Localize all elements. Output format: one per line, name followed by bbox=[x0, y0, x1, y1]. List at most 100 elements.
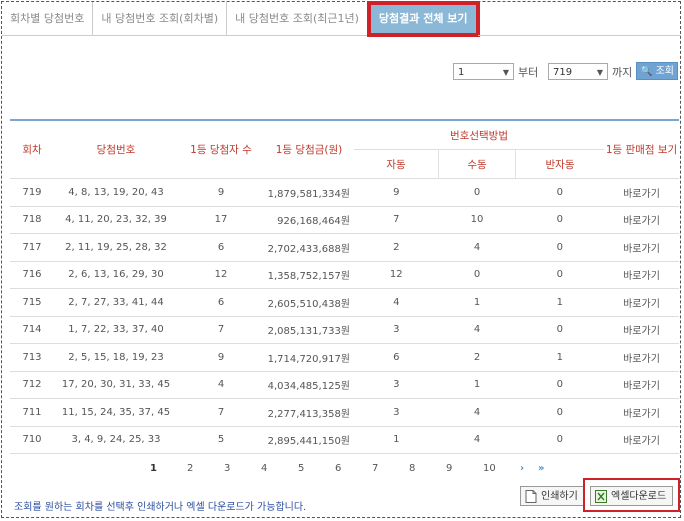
last-page-link[interactable]: » bbox=[538, 463, 556, 474]
cell-round: 712 bbox=[10, 371, 54, 399]
cell-auto: 3 bbox=[354, 371, 439, 399]
cell-shop-link[interactable]: 바로가기 bbox=[604, 426, 679, 454]
cell-semi: 0 bbox=[515, 206, 604, 234]
cell-shop-link[interactable]: 바로가기 bbox=[604, 178, 679, 207]
col-shop: 1등 판매점 보기 bbox=[604, 120, 679, 179]
cell-auto: 6 bbox=[354, 343, 439, 372]
cell-manual: 4 bbox=[438, 316, 516, 344]
highlight-box bbox=[583, 478, 680, 512]
page-link[interactable]: 10 bbox=[483, 463, 520, 474]
cell-auto: 9 bbox=[354, 178, 439, 207]
cell-prize: 2,895,441,150원 bbox=[264, 426, 354, 454]
cell-semi: 0 bbox=[515, 398, 604, 427]
cell-manual: 4 bbox=[438, 233, 516, 262]
col-semi: 반자동 bbox=[515, 149, 604, 179]
cell-numbers: 2, 11, 19, 25, 28, 32 bbox=[54, 233, 178, 262]
cell-semi: 0 bbox=[515, 426, 604, 454]
cell-manual: 4 bbox=[438, 426, 516, 454]
cell-shop-link[interactable]: 바로가기 bbox=[604, 206, 679, 234]
cell-round: 718 bbox=[10, 206, 54, 234]
cell-numbers: 2, 6, 13, 16, 29, 30 bbox=[54, 261, 178, 289]
print-button-label: 인쇄하기 bbox=[541, 491, 578, 502]
cell-manual: 4 bbox=[438, 398, 516, 427]
cell-manual: 2 bbox=[438, 343, 516, 372]
table-row: 713 2, 5, 15, 18, 19, 23 9 1,714,720,917원 6 2… bbox=[10, 343, 679, 372]
cell-round: 710 bbox=[10, 426, 54, 454]
cell-numbers: 2, 5, 15, 18, 19, 23 bbox=[54, 343, 178, 372]
page-link[interactable]: 2 bbox=[187, 463, 224, 474]
page-link[interactable]: 7 bbox=[372, 463, 409, 474]
cell-prize: 2,277,413,358원 bbox=[264, 398, 354, 427]
cell-semi: 0 bbox=[515, 371, 604, 399]
tab-bar: 회차별 당첨번호 내 당첨번호 조회(회차별) 내 당첨번호 조회(최근1년) … bbox=[2, 1, 480, 38]
cell-numbers: 4, 8, 13, 19, 20, 43 bbox=[54, 178, 178, 207]
pagination: 1 2 3 4 5 6 7 8 9 10 ›» bbox=[150, 463, 556, 474]
page-link[interactable]: 1 bbox=[150, 463, 187, 474]
tab-my-numbers-year[interactable]: 내 당첨번호 조회(최근1년) bbox=[227, 2, 368, 36]
chevron-down-icon: ▼ bbox=[596, 68, 603, 77]
search-icon: 🔍 bbox=[639, 66, 653, 77]
cell-semi: 1 bbox=[515, 343, 604, 372]
cell-numbers: 11, 15, 24, 35, 37, 45 bbox=[54, 398, 178, 427]
cell-round: 713 bbox=[10, 343, 54, 372]
cell-semi: 0 bbox=[515, 233, 604, 262]
cell-auto: 3 bbox=[354, 398, 439, 427]
cell-manual: 1 bbox=[438, 288, 516, 317]
results-table: 회차 당첨번호 1등 당첨자 수 1등 당첨금(원) 번호선택방법 1등 판매점… bbox=[10, 119, 679, 454]
page-link[interactable]: 3 bbox=[224, 463, 261, 474]
cell-shop-link[interactable]: 바로가기 bbox=[604, 233, 679, 262]
to-round-select[interactable]: 719 ▼ bbox=[548, 63, 608, 80]
cell-winners: 5 bbox=[178, 426, 264, 454]
cell-shop-link[interactable]: 바로가기 bbox=[604, 261, 679, 289]
search-button-label: 조회 bbox=[655, 66, 675, 77]
table-row: 710 3, 4, 9, 24, 25, 33 5 2,895,441,150원 1 4 0… bbox=[10, 426, 679, 454]
cell-shop-link[interactable]: 바로가기 bbox=[604, 288, 679, 317]
to-round-value: 719 bbox=[553, 67, 573, 78]
cell-semi: 0 bbox=[515, 178, 604, 207]
col-prize: 1등 당첨금(원) bbox=[264, 120, 354, 179]
cell-shop-link[interactable]: 바로가기 bbox=[604, 316, 679, 344]
next-page-link[interactable]: › bbox=[520, 463, 538, 474]
tab-round-numbers[interactable]: 회차별 당첨번호 bbox=[2, 2, 94, 36]
col-method: 번호선택방법 bbox=[354, 120, 604, 150]
cell-prize: 4,034,485,125원 bbox=[264, 371, 354, 399]
table-row: 718 4, 11, 20, 23, 32, 39 17 926,168,464원 7 1… bbox=[10, 206, 679, 234]
page-link[interactable]: 5 bbox=[298, 463, 335, 474]
document-icon bbox=[525, 490, 537, 503]
page-link[interactable]: 4 bbox=[261, 463, 298, 474]
cell-prize: 1,714,720,917원 bbox=[264, 343, 354, 372]
cell-shop-link[interactable]: 바로가기 bbox=[604, 343, 679, 372]
cell-winners: 6 bbox=[178, 233, 264, 262]
cell-auto: 2 bbox=[354, 233, 439, 262]
page-link[interactable]: 8 bbox=[409, 463, 446, 474]
cell-prize: 926,168,464원 bbox=[264, 206, 354, 234]
cell-winners: 4 bbox=[178, 371, 264, 399]
cell-auto: 4 bbox=[354, 288, 439, 317]
col-winners: 1등 당첨자 수 bbox=[178, 120, 264, 179]
cell-shop-link[interactable]: 바로가기 bbox=[604, 398, 679, 427]
table-row: 715 2, 7, 27, 33, 41, 44 6 2,605,510,438원 4 1… bbox=[10, 288, 679, 317]
cell-round: 719 bbox=[10, 178, 54, 207]
tab-all-results[interactable]: 당첨결과 전체 보기 bbox=[366, 1, 480, 37]
cell-round: 717 bbox=[10, 233, 54, 262]
search-button[interactable]: 🔍 조회 bbox=[636, 62, 678, 80]
cell-numbers: 4, 11, 20, 23, 32, 39 bbox=[54, 206, 178, 234]
cell-numbers: 1, 7, 22, 33, 37, 40 bbox=[54, 316, 178, 344]
print-button[interactable]: 인쇄하기 bbox=[520, 486, 585, 506]
cell-auto: 1 bbox=[354, 426, 439, 454]
cell-winners: 9 bbox=[178, 178, 264, 207]
from-round-select[interactable]: 1 ▼ bbox=[453, 63, 514, 80]
cell-winners: 7 bbox=[178, 316, 264, 344]
cell-prize: 2,085,131,733원 bbox=[264, 316, 354, 344]
tab-my-numbers-round[interactable]: 내 당첨번호 조회(회차별) bbox=[93, 2, 228, 36]
cell-manual: 0 bbox=[438, 178, 516, 207]
cell-shop-link[interactable]: 바로가기 bbox=[604, 371, 679, 399]
table-row: 716 2, 6, 13, 16, 29, 30 12 1,358,752,157원 1… bbox=[10, 261, 679, 289]
cell-winners: 9 bbox=[178, 343, 264, 372]
cell-prize: 2,605,510,438원 bbox=[264, 288, 354, 317]
page-link[interactable]: 6 bbox=[335, 463, 372, 474]
table-row: 719 4, 8, 13, 19, 20, 43 9 1,879,581,334원 9 0… bbox=[10, 178, 679, 207]
cell-winners: 17 bbox=[178, 206, 264, 234]
page-link[interactable]: 9 bbox=[446, 463, 483, 474]
cell-prize: 1,879,581,334원 bbox=[264, 178, 354, 207]
